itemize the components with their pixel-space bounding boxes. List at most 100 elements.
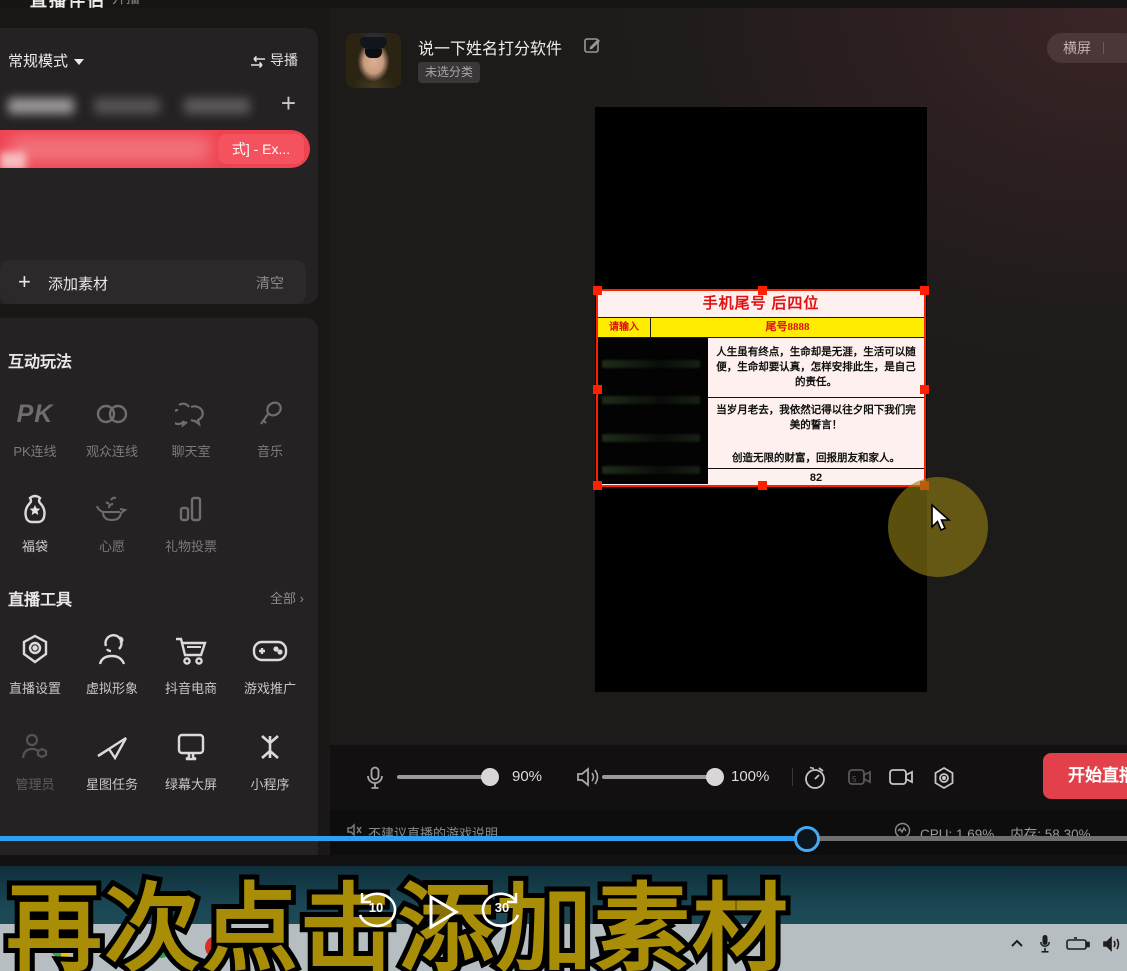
countdown-timer-icon[interactable]	[803, 766, 827, 790]
tool-chatroom[interactable]: 聊天室	[152, 393, 230, 460]
mic-slider-knob[interactable]	[481, 768, 499, 786]
table-score: 82	[708, 468, 924, 484]
scene-name-blurred	[10, 136, 210, 162]
gift-vote-icon	[178, 494, 204, 524]
add-material-button[interactable]: + 添加素材 清空	[0, 260, 306, 304]
resize-handle-sw[interactable]	[593, 481, 602, 490]
tool-admin[interactable]: 管理员	[0, 726, 74, 793]
tab-broadcast[interactable]: 开播	[112, 0, 140, 8]
tool-lucky-bag[interactable]: 福袋	[0, 488, 74, 555]
mic-volume-slider[interactable]	[397, 775, 494, 779]
score-table: 手机尾号 后四位 请输入 尾号8888 人生虽有终点，生命却是无涯，生活可以随便…	[598, 291, 924, 485]
chevron-right-icon: ›	[300, 591, 304, 606]
mic-volume-value: 90%	[512, 768, 542, 785]
table-paragraph-3: 创造无限的财富，回报朋友和家人。	[712, 451, 920, 466]
tool-ecommerce[interactable]: 抖音电商	[152, 630, 230, 697]
scenes-panel: 常规模式 导播 + 式] - Ex... + 添加素材 清空	[0, 28, 318, 304]
tools-panel: 互动玩法 PK PK连线 观众连线 聊天室 音乐 福袋	[0, 318, 318, 863]
divider	[792, 768, 793, 786]
microphone-icon[interactable]	[366, 766, 384, 790]
tool-wish[interactable]: 心愿	[73, 488, 151, 555]
table-paragraph-1: 人生虽有终点，生命却是无涯，生活可以随便，生命却要认真，怎样安排此生，是自己的责…	[708, 338, 924, 398]
table-input-row: 请输入 尾号8888	[598, 317, 924, 338]
material-selection-box[interactable]: 手机尾号 后四位 请输入 尾号8888 人生虽有终点，生命却是无涯，生活可以随便…	[596, 289, 926, 487]
seekbar-knob[interactable]	[794, 826, 820, 852]
mode-selector[interactable]: 常规模式 导播	[8, 50, 308, 72]
orientation-toggle[interactable]: 横屏	[1047, 33, 1127, 63]
add-scene-button[interactable]: +	[281, 90, 296, 116]
tool-gift-vote[interactable]: 礼物投票	[152, 488, 230, 555]
scene-thumbnail-blurred[interactable]	[94, 98, 160, 114]
app-logo: 直播伴侣	[30, 0, 106, 8]
active-scene-item[interactable]: 式] - Ex...	[0, 130, 310, 168]
forward-seconds-label: 30	[478, 900, 526, 915]
divider	[1103, 42, 1104, 54]
speaker-slider-knob[interactable]	[706, 768, 724, 786]
clear-button[interactable]: 清空	[256, 273, 284, 293]
pk-icon: PK	[17, 400, 54, 429]
virtual-avatar-icon	[97, 634, 127, 668]
tool-pk-link[interactable]: PK PK连线	[0, 393, 74, 460]
play-button[interactable]	[426, 893, 460, 931]
censored-cell	[598, 338, 708, 484]
interactive-section-title: 互动玩法	[8, 348, 72, 372]
resize-handle-nw[interactable]	[593, 286, 602, 295]
tutorial-caption: 再次点击添加素材	[6, 851, 1126, 971]
rewind-10-button[interactable]: 10	[352, 887, 400, 935]
input-label-cell: 请输入	[598, 318, 651, 337]
edit-title-icon[interactable]	[584, 36, 601, 58]
settings-gear-icon[interactable]	[932, 766, 956, 790]
mode-label: 常规模式	[8, 53, 68, 70]
tool-game-promo[interactable]: 游戏推广	[231, 630, 309, 697]
music-mic-icon	[256, 400, 284, 428]
live-settings-icon	[19, 634, 51, 668]
resize-handle-ne[interactable]	[920, 286, 929, 295]
app-window: 直播伴侣 开播 常规模式 导播 + 式] - Ex... + 添加素材	[0, 0, 1127, 971]
forward-30-button[interactable]: 30	[478, 887, 526, 935]
mini-program-icon	[255, 732, 285, 762]
tool-mini-program[interactable]: 小程序	[231, 726, 309, 793]
tools-section-title: 直播工具	[8, 586, 72, 610]
resize-handle-s[interactable]	[758, 481, 767, 490]
speaker-volume-value: 100%	[731, 768, 769, 785]
seekbar-progress	[0, 836, 795, 841]
tool-live-settings[interactable]: 直播设置	[0, 630, 74, 697]
ecommerce-cart-icon	[174, 634, 208, 668]
resize-handle-w[interactable]	[593, 385, 602, 394]
chatroom-icon	[175, 401, 207, 427]
scene-thumbnail-blurred[interactable]	[184, 98, 250, 114]
tool-star-task[interactable]: 星图任务	[73, 726, 151, 793]
admin-icon	[19, 731, 51, 763]
tool-green-screen[interactable]: 绿幕大屏	[152, 726, 230, 793]
resize-handle-e[interactable]	[920, 385, 929, 394]
speaker-volume-slider[interactable]	[602, 775, 717, 779]
video-camera-icon[interactable]	[888, 766, 914, 788]
resize-handle-n[interactable]	[758, 286, 767, 295]
workspace: 说一下姓名打分软件 未选分类 横屏 手机尾号 后四位 请输入 尾号8888	[330, 8, 1127, 745]
camera-5-icon[interactable]: 5	[846, 766, 872, 788]
chevron-down-icon	[74, 59, 84, 65]
plus-icon: +	[18, 269, 31, 295]
table-cell-2: 当岁月老去，我依然记得以往夕阳下我们完美的誓言！ 创造无限的财富，回报朋友和家人…	[708, 398, 924, 468]
scene-thumbnail-blurred[interactable]	[8, 98, 74, 114]
scene-name-blurred	[0, 152, 26, 168]
svg-text:5: 5	[852, 775, 857, 784]
lucky-bag-icon	[20, 493, 50, 525]
tool-virtual-avatar[interactable]: 虚拟形象	[73, 630, 151, 697]
director-button[interactable]: 导播	[250, 50, 298, 70]
tools-all-link[interactable]: 全部 ›	[270, 588, 304, 607]
rewind-seconds-label: 10	[352, 900, 400, 915]
avatar	[346, 33, 401, 88]
tool-audience-link[interactable]: 观众连线	[73, 393, 151, 460]
title-bar: 直播伴侣 开播	[0, 0, 1127, 8]
start-live-button[interactable]: 开始直播	[1043, 753, 1127, 799]
add-material-label: 添加素材	[48, 273, 108, 294]
speaker-icon[interactable]	[576, 766, 600, 788]
tool-music[interactable]: 音乐	[231, 393, 309, 460]
swap-icon	[250, 56, 266, 68]
audience-link-icon	[94, 401, 130, 427]
category-badge[interactable]: 未选分类	[418, 62, 480, 83]
sidebar: 常规模式 导播 + 式] - Ex... + 添加素材 清空 互动玩法	[0, 8, 330, 855]
star-task-icon	[95, 732, 129, 762]
mouse-cursor	[928, 503, 952, 533]
